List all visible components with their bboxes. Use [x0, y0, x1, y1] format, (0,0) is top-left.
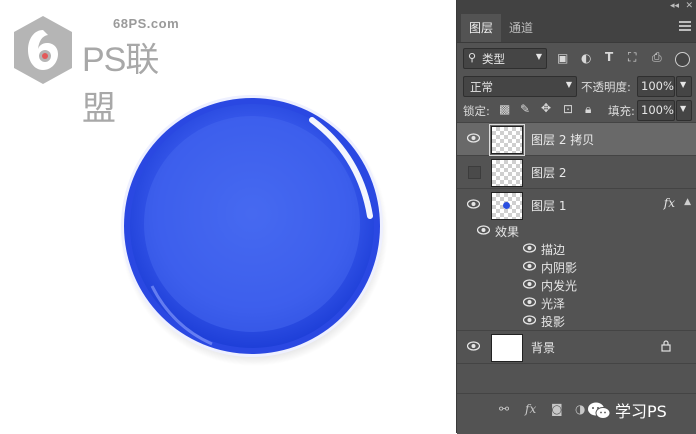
wechat-icon: [588, 402, 611, 419]
chevron-down-icon: ▼: [565, 80, 572, 89]
tab-channels[interactable]: 通道: [501, 14, 541, 42]
close-icon[interactable]: ✕: [685, 1, 693, 11]
blend-mode-value: 正常: [470, 80, 493, 94]
fx-menu-icon[interactable]: fx: [525, 402, 536, 416]
panel-tabs: 图层 通道: [457, 14, 696, 43]
lock-transparent-icon[interactable]: ▩: [499, 102, 510, 116]
opacity-dropdown[interactable]: ▼: [676, 76, 692, 97]
adjustment-filter-icon[interactable]: ◐: [581, 51, 591, 65]
eye-icon[interactable]: [523, 297, 536, 307]
panel-bottom-toolbar: ⚯ fx ◙ ◑ 学习PS: [457, 393, 696, 434]
layer-name[interactable]: 图层 2: [531, 164, 566, 181]
blue-glass-button: [120, 95, 388, 366]
chevron-down-icon: ▼: [680, 104, 687, 113]
fill-dropdown[interactable]: ▼: [676, 100, 692, 121]
layer-row[interactable]: 背景: [457, 331, 696, 364]
layer-name[interactable]: 背景: [531, 339, 555, 356]
blend-mode-select[interactable]: 正常 ▼: [463, 76, 577, 97]
fx-icon[interactable]: fx: [664, 196, 675, 210]
eye-icon[interactable]: [467, 341, 480, 351]
search-icon: ⚲: [468, 51, 477, 64]
eye-icon[interactable]: [523, 315, 536, 325]
eye-icon[interactable]: [477, 225, 490, 235]
layer-thumbnail[interactable]: [491, 334, 523, 362]
fill-label: 填充:: [608, 104, 635, 118]
chevron-down-icon: ▼: [535, 52, 542, 61]
layer-thumbnail[interactable]: [491, 159, 523, 187]
eye-icon[interactable]: [523, 243, 536, 253]
filter-toggle-icon[interactable]: [675, 52, 690, 67]
filter-kind-select[interactable]: ⚲ 类型 ▼: [463, 48, 547, 69]
image-filter-icon[interactable]: ▣: [557, 51, 568, 65]
effect-item[interactable]: 描边: [457, 239, 696, 257]
eye-icon[interactable]: [523, 261, 536, 271]
blue-dot-icon: [503, 202, 510, 209]
lock-row: 锁定: ▩ ✎ ✥ ⊡ 🔒︎ 填充: 100% ▼: [457, 98, 696, 123]
watermark-site: 68PS.com: [113, 16, 180, 31]
lock-paint-icon[interactable]: ✎: [520, 102, 530, 116]
layer-thumbnail[interactable]: [489, 124, 525, 156]
type-filter-icon[interactable]: T: [605, 50, 613, 64]
fill-value: 100%: [641, 103, 674, 117]
watermark-logo: 68PS.com PS联盟: [10, 8, 190, 128]
chevron-down-icon: ▼: [680, 80, 687, 89]
layer-row[interactable]: 图层 2 拷贝: [457, 123, 696, 156]
effect-name: 投影: [541, 315, 566, 329]
panel-menu-icon[interactable]: [679, 21, 691, 33]
effect-name: 描边: [541, 243, 566, 257]
effect-item[interactable]: 投影: [457, 311, 696, 331]
effect-name: 内发光: [541, 279, 578, 293]
layer-row[interactable]: 图层 1 fx ▲: [457, 189, 696, 221]
eye-icon[interactable]: [467, 199, 480, 209]
layer-row[interactable]: 图层 2: [457, 156, 696, 189]
smart-object-filter-icon[interactable]: ⎙: [652, 50, 662, 65]
eye-icon[interactable]: [523, 279, 536, 289]
ps-logo-icon: [14, 16, 72, 84]
wechat-label: 学习PS: [615, 402, 667, 421]
lock-label: 锁定:: [463, 104, 490, 118]
opacity-label: 不透明度:: [581, 80, 631, 94]
chevron-up-icon[interactable]: ▲: [684, 197, 691, 207]
layer-thumbnail[interactable]: [491, 192, 523, 220]
opacity-input[interactable]: 100%: [637, 76, 675, 97]
layer-name[interactable]: 图层 2 拷贝: [531, 131, 594, 148]
lock-artboard-icon[interactable]: ⊡: [563, 102, 573, 116]
effects-label: 效果: [495, 225, 520, 239]
effect-name: 内阴影: [541, 261, 578, 275]
opacity-value: 100%: [641, 79, 674, 93]
lock-all-icon[interactable]: 🔒︎: [585, 102, 591, 117]
fill-input[interactable]: 100%: [637, 100, 675, 121]
effect-item[interactable]: 内阴影: [457, 257, 696, 275]
tab-layers[interactable]: 图层: [461, 14, 502, 42]
shape-filter-icon[interactable]: ⛶: [628, 50, 636, 65]
link-layers-icon[interactable]: ⚯: [499, 402, 509, 416]
collapse-icon[interactable]: ◂◂: [670, 1, 679, 11]
eye-icon[interactable]: [467, 133, 480, 143]
effect-item[interactable]: 光泽: [457, 293, 696, 311]
layer-name[interactable]: 图层 1: [531, 197, 566, 214]
filter-kind-label: 类型: [482, 52, 505, 66]
effect-name: 光泽: [541, 297, 566, 311]
lock-icon: [661, 340, 671, 352]
visibility-off-box[interactable]: [468, 166, 481, 179]
effects-header[interactable]: 效果: [457, 221, 696, 239]
wechat-watermark: 学习PS: [581, 394, 696, 430]
filter-row: ⚲ 类型 ▼ ▣ ◐ T ⛶ ⎙: [457, 46, 696, 72]
blend-row: 正常 ▼ 不透明度: 100% ▼: [457, 74, 696, 98]
lock-move-icon[interactable]: ✥: [541, 101, 551, 115]
effect-item[interactable]: 内发光: [457, 275, 696, 293]
layers-list: 图层 2 拷贝 图层 2 图层 1 fx ▲ 效果 描边 内阴影 内发光 光泽 …: [457, 123, 696, 388]
add-mask-icon[interactable]: ◙: [551, 402, 563, 416]
layers-panel: ◂◂ ✕ 图层 通道 ⚲ 类型 ▼ ▣ ◐ T ⛶ ⎙ 正常 ▼ 不透明度: 1…: [456, 0, 696, 434]
panel-titlebar: ◂◂ ✕: [457, 0, 696, 14]
